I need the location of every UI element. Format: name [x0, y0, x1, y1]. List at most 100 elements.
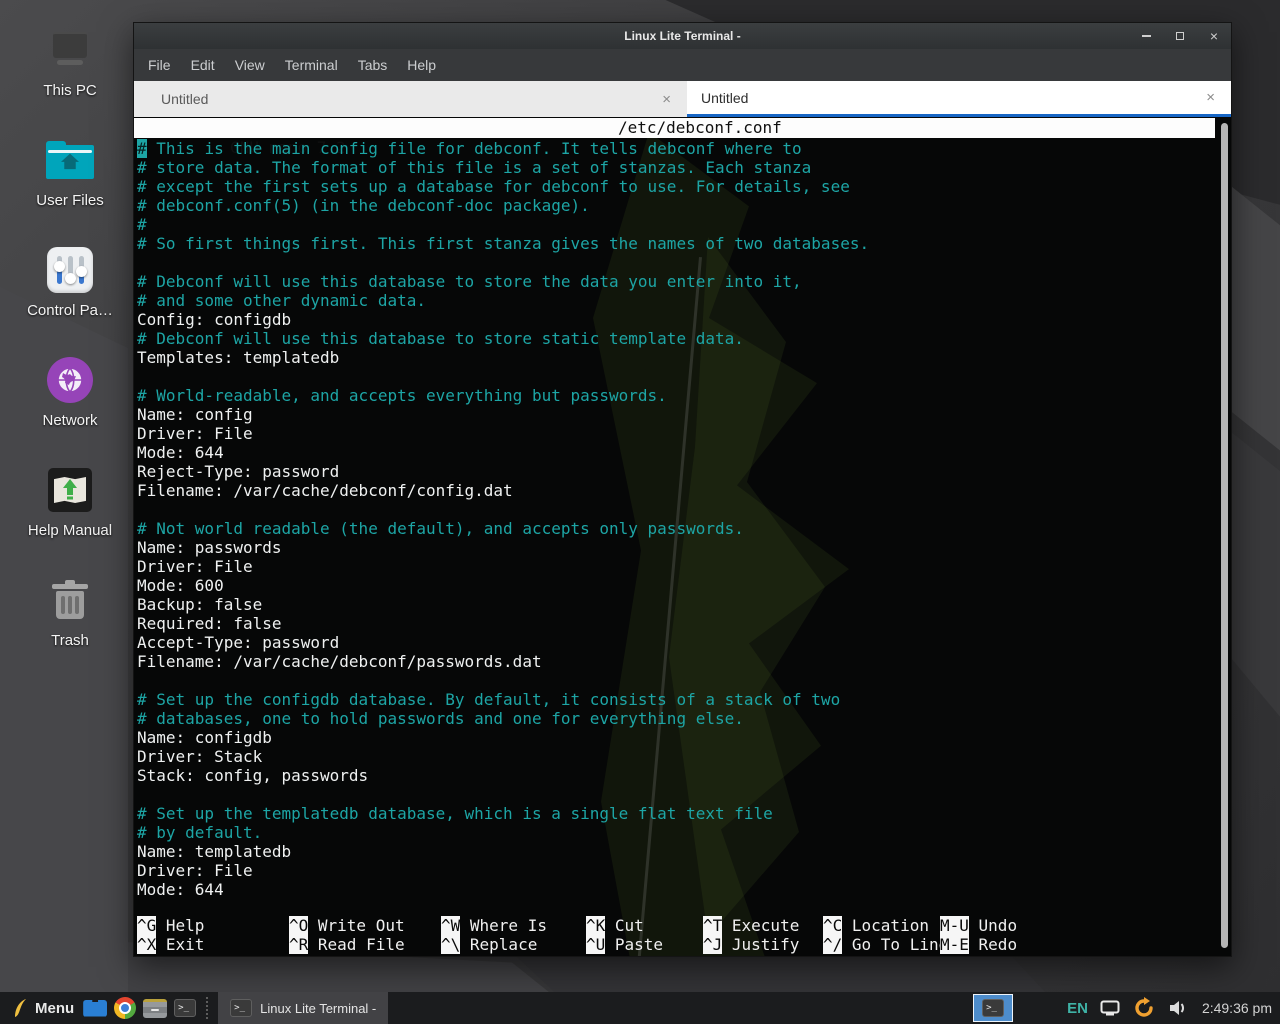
desktop-icon-label: Help Manual [28, 522, 112, 539]
taskbar-tray: >_ EN 2: [973, 992, 1272, 1024]
linux-lite-logo-icon [12, 998, 28, 1018]
desktop-icon-help-manual[interactable]: Help Manual [10, 466, 130, 539]
shortcut-label: Write Out [308, 916, 404, 935]
nano-shortcut-exit: ^X Exit [137, 935, 204, 954]
terminal-line: # store data. The format of this file is… [137, 158, 1215, 177]
desktop-icon-user-files[interactable]: User Files [10, 136, 130, 209]
tray-terminal-icon[interactable]: >_ [973, 994, 1013, 1022]
menu-label: Menu [35, 1000, 74, 1017]
window-controls: × [1139, 23, 1221, 49]
maximize-button[interactable] [1173, 29, 1187, 43]
shortcut-key: ^U [586, 935, 605, 954]
menu-item-help[interactable]: Help [397, 57, 446, 73]
shortcut-label: Paste [605, 935, 663, 954]
terminal-line: # So first things first. This first stan… [137, 234, 1215, 253]
shortcut-label: Undo [969, 916, 1017, 935]
desktop-icon-this-pc[interactable]: This PC [10, 26, 130, 99]
shortcut-key: ^R [289, 935, 308, 954]
nano-shortcut-justify: ^J Justify [703, 935, 799, 954]
chrome-browser-icon[interactable] [110, 992, 140, 1024]
shortcut-label: Justify [722, 935, 799, 954]
terminal-tab-2[interactable]: Untitled× [687, 81, 1231, 117]
terminal-line: Reject-Type: password [137, 462, 1215, 481]
desktop-icon-label: User Files [36, 192, 104, 209]
terminal-icon: >_ [230, 999, 252, 1017]
terminal-line: Driver: File [137, 861, 1215, 880]
menu-item-terminal[interactable]: Terminal [275, 57, 348, 73]
tab-label: Untitled [161, 91, 658, 107]
window-titlebar[interactable]: Linux Lite Terminal - × [134, 23, 1231, 49]
menu-item-edit[interactable]: Edit [181, 57, 225, 73]
update-notifier-icon[interactable] [1132, 996, 1156, 1020]
terminal-line: Mode: 600 [137, 576, 1215, 595]
close-button[interactable]: × [1207, 29, 1221, 43]
nano-shortcut-execute: ^T Execute [703, 916, 799, 935]
shortcut-label: Location [842, 916, 929, 935]
terminal-line: # except the first sets up a database fo… [137, 177, 1215, 196]
shortcut-label: Where Is [460, 916, 547, 935]
volume-icon[interactable] [1168, 999, 1188, 1017]
shortcut-key: ^T [703, 916, 722, 935]
terminal-line: # This is the main config file for debco… [137, 139, 1215, 158]
terminal-line: Name: passwords [137, 538, 1215, 557]
start-menu-button[interactable]: Menu [6, 992, 80, 1024]
terminal-line: # by default. [137, 823, 1215, 842]
desktop-icon-network[interactable]: Network [10, 356, 130, 429]
shortcut-label: Exit [156, 935, 204, 954]
keyboard-layout-indicator[interactable]: EN [1067, 1000, 1088, 1017]
shortcut-key: ^X [137, 935, 156, 954]
terminal-tab-1[interactable]: Untitled× [134, 81, 687, 117]
terminal-line: Name: templatedb [137, 842, 1215, 861]
shortcut-key: ^K [586, 916, 605, 935]
desktop-icon-label: Network [42, 412, 97, 429]
menu-item-file[interactable]: File [138, 57, 181, 73]
terminal-line: # [137, 215, 1215, 234]
desktop-icon-label: Control Pa… [27, 302, 113, 319]
nano-shortcut-redo: M-E Redo [940, 935, 1017, 954]
tab-close-icon[interactable]: × [1202, 89, 1219, 106]
terminal-line: Stack: config, passwords [137, 766, 1215, 785]
control-panel-icon [46, 246, 94, 294]
desktop-app-icon[interactable] [80, 992, 110, 1024]
nano-editor-body: # This is the main config file for debco… [137, 139, 1215, 899]
shortcut-label: Cut [605, 916, 644, 935]
shortcut-key: ^C [823, 916, 842, 935]
help-manual-icon [46, 466, 94, 514]
terminal-scrollbar[interactable] [1221, 123, 1228, 948]
nano-shortcut-paste: ^U Paste [586, 935, 663, 954]
network-globe-icon [46, 356, 94, 404]
shortcut-key: ^/ [823, 935, 842, 954]
terminal-line [137, 785, 1215, 804]
terminal-line: # Set up the templatedb database, which … [137, 804, 1215, 823]
minimize-button[interactable] [1139, 29, 1153, 43]
menu-item-view[interactable]: View [225, 57, 275, 73]
taskbar-window-button[interactable]: >_ Linux Lite Terminal - [218, 992, 388, 1024]
nano-shortcut-undo: M-U Undo [940, 916, 1017, 935]
tab-close-icon[interactable]: × [658, 91, 675, 108]
shortcut-label: Go To Line [842, 935, 948, 954]
desktop-icon-label: This PC [43, 82, 96, 99]
nano-shortcut-write-out: ^O Write Out [289, 916, 405, 935]
terminal-line: Config: configdb [137, 310, 1215, 329]
terminal-launcher-icon[interactable]: >_ [170, 992, 200, 1024]
terminal-line: Driver: File [137, 557, 1215, 576]
terminal-line: # Debconf will use this database to stor… [137, 329, 1215, 348]
shortcut-key: M-E [940, 935, 969, 954]
file-manager-icon[interactable] [140, 992, 170, 1024]
display-icon[interactable] [1100, 1000, 1120, 1016]
terminal-line: Filename: /var/cache/debconf/passwords.d… [137, 652, 1215, 671]
terminal-content[interactable]: GNU nano 7.2 /etc/debconf.conf # This is… [134, 117, 1231, 956]
terminal-window: Linux Lite Terminal - × FileEditViewTerm… [133, 22, 1232, 957]
shortcut-label: Replace [460, 935, 537, 954]
desktop-icon-control-pa[interactable]: Control Pa… [10, 246, 130, 319]
clock[interactable]: 2:49:36 pm [1200, 1000, 1272, 1016]
terminal-line: # Debconf will use this database to stor… [137, 272, 1215, 291]
terminal-line: # Set up the configdb database. By defau… [137, 690, 1215, 709]
nano-shortcut-location: ^C Location [823, 916, 929, 935]
nano-shortcut-read-file: ^R Read File [289, 935, 405, 954]
desktop-icon-trash[interactable]: Trash [10, 576, 130, 649]
trash-icon [46, 576, 94, 624]
desktop-screen: This PC User Files Control Pa… Network Help … [0, 0, 1280, 1024]
desktop-icon-label: Trash [51, 632, 89, 649]
menu-item-tabs[interactable]: Tabs [348, 57, 398, 73]
